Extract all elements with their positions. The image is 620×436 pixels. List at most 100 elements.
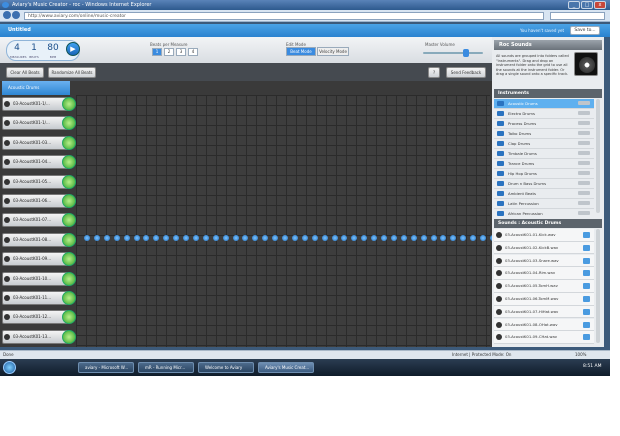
beat-dot[interactable] bbox=[192, 234, 199, 241]
beat-dot[interactable] bbox=[262, 234, 269, 241]
beat-dot[interactable] bbox=[301, 234, 308, 241]
sound-item[interactable]: 03-AcoustK01-05-TomH.wav bbox=[494, 280, 594, 293]
sound-item[interactable]: 03-AcoustK01-09-CHat.wav bbox=[494, 331, 594, 344]
add-icon[interactable] bbox=[583, 308, 590, 315]
play-icon[interactable] bbox=[496, 321, 502, 328]
instrument-item[interactable]: Electro Drums bbox=[494, 109, 594, 119]
sound-item[interactable]: 03-AcoustK01-01-Kick.wav bbox=[494, 229, 594, 242]
beat-dot[interactable] bbox=[84, 234, 90, 241]
track-volume-knob[interactable] bbox=[62, 329, 76, 344]
beat-dot[interactable] bbox=[242, 234, 249, 241]
add-icon[interactable] bbox=[583, 321, 590, 328]
clear-beats-button[interactable]: Clear All Beats bbox=[6, 67, 44, 78]
sound-item[interactable]: 03-AcoustK01-08-OHat.wav bbox=[494, 318, 594, 332]
track-volume-knob[interactable] bbox=[62, 194, 76, 208]
bpm-value[interactable]: 80 bbox=[45, 43, 61, 53]
save-button[interactable]: Save to... bbox=[570, 26, 600, 35]
track-label[interactable]: 03-AcoustK01-05... bbox=[2, 174, 68, 189]
instrument-scrollbar[interactable] bbox=[596, 99, 600, 213]
play-icon[interactable] bbox=[496, 257, 502, 264]
beat-dot[interactable] bbox=[272, 234, 279, 241]
speaker-icon[interactable] bbox=[4, 295, 10, 301]
track-row[interactable]: 03-AcoustK01-1/... bbox=[2, 114, 76, 132]
beat-dot[interactable] bbox=[103, 234, 110, 241]
beat-dot[interactable] bbox=[252, 234, 259, 241]
close-icon[interactable]: x bbox=[594, 1, 606, 9]
beat-mode-button[interactable]: Beat Mode bbox=[286, 47, 316, 56]
track-row[interactable]: 03-AcoustK01-07... bbox=[2, 211, 76, 229]
track-group-header[interactable]: Acoustic Drums bbox=[2, 81, 70, 95]
beat-dot[interactable] bbox=[282, 234, 288, 241]
track-label[interactable]: 03-AcoustK01-1/... bbox=[2, 97, 68, 111]
instrument-item[interactable]: Drum n Bass Drums bbox=[494, 179, 594, 189]
track-volume-knob[interactable] bbox=[62, 116, 76, 131]
track-volume-knob[interactable] bbox=[62, 97, 76, 111]
play-icon[interactable] bbox=[496, 283, 502, 290]
play-icon[interactable] bbox=[496, 296, 502, 302]
instrument-item[interactable]: Latin Percussion bbox=[494, 199, 594, 209]
track-row[interactable]: 03-AcoustK01-09... bbox=[2, 250, 76, 268]
play-icon[interactable] bbox=[496, 244, 502, 251]
beat-dot[interactable] bbox=[361, 234, 368, 241]
instrument-item[interactable]: Clap Drums bbox=[494, 139, 594, 149]
add-icon[interactable] bbox=[583, 244, 590, 251]
add-icon[interactable] bbox=[583, 334, 590, 341]
maximize-icon[interactable]: □ bbox=[581, 1, 593, 9]
play-icon[interactable] bbox=[496, 334, 502, 341]
beat-dot[interactable] bbox=[153, 234, 160, 241]
track-label[interactable]: 03-AcoustK01-07... bbox=[2, 213, 68, 228]
beat-dot[interactable] bbox=[381, 234, 387, 241]
beat-dot[interactable] bbox=[410, 234, 417, 241]
track-volume-knob[interactable] bbox=[62, 252, 76, 267]
track-label[interactable]: 03-AcoustK01-12... bbox=[2, 310, 68, 325]
speaker-icon[interactable] bbox=[4, 139, 10, 146]
beat-dot[interactable] bbox=[311, 234, 318, 241]
track-label[interactable]: 03-AcoustK01-08... bbox=[2, 232, 68, 247]
beat-dot[interactable] bbox=[371, 234, 378, 241]
track-volume-knob[interactable] bbox=[62, 135, 76, 150]
zoom-level[interactable]: 100% bbox=[575, 351, 586, 359]
taskbar-item-2[interactable]: mR - Running Micr... bbox=[138, 362, 194, 373]
track-label[interactable]: 03-AcoustK01-1/... bbox=[2, 116, 68, 131]
speaker-icon[interactable] bbox=[4, 178, 10, 185]
play-button[interactable]: ▶ bbox=[66, 42, 80, 56]
randomize-beats-button[interactable]: Randomize All Beats bbox=[48, 67, 96, 78]
beat-dot[interactable] bbox=[173, 234, 180, 241]
beat-dot[interactable] bbox=[470, 234, 477, 241]
volume-handle[interactable] bbox=[463, 49, 469, 57]
instrument-item[interactable]: Timbale Drums bbox=[494, 149, 594, 159]
back-icon[interactable] bbox=[3, 11, 11, 19]
add-icon[interactable] bbox=[583, 296, 590, 302]
track-volume-knob[interactable] bbox=[62, 155, 76, 170]
minimize-icon[interactable]: _ bbox=[568, 1, 580, 9]
add-icon[interactable] bbox=[583, 232, 590, 238]
track-row[interactable]: 03-AcoustK01-05... bbox=[2, 173, 76, 191]
beat-dot[interactable] bbox=[143, 234, 150, 241]
speaker-icon[interactable] bbox=[4, 333, 10, 340]
instrument-item[interactable]: Taiko Drums bbox=[494, 129, 594, 139]
instrument-item[interactable]: Trance Drums bbox=[494, 159, 594, 169]
beat-cells[interactable] bbox=[76, 95, 496, 347]
speaker-icon[interactable] bbox=[4, 275, 10, 282]
track-row[interactable]: 03-AcoustK01-04... bbox=[2, 153, 76, 171]
sound-item[interactable]: 03-AcoustK01-07-HiHat.wav bbox=[494, 305, 594, 319]
beat-dot[interactable] bbox=[291, 234, 298, 241]
speaker-icon[interactable] bbox=[4, 101, 10, 107]
beat-dot[interactable] bbox=[440, 234, 447, 241]
beat-dot[interactable] bbox=[460, 234, 467, 241]
beats-option-4[interactable]: 4 bbox=[188, 48, 198, 56]
beat-dot[interactable] bbox=[430, 234, 437, 241]
track-row[interactable]: 03-AcoustK01-13... bbox=[2, 328, 76, 346]
beats-option-1[interactable]: 1 bbox=[152, 48, 162, 56]
beat-dot[interactable] bbox=[222, 234, 229, 241]
beat-dot[interactable] bbox=[123, 234, 130, 241]
beat-dot[interactable] bbox=[331, 234, 338, 241]
beat-dot[interactable] bbox=[321, 234, 328, 241]
play-icon[interactable] bbox=[496, 270, 502, 277]
instrument-item[interactable]: Process Drums bbox=[494, 119, 594, 129]
beat-dot[interactable] bbox=[420, 234, 427, 241]
track-row[interactable]: 03-AcoustK01-03... bbox=[2, 134, 76, 152]
beat-dot[interactable] bbox=[93, 234, 100, 241]
instrument-item[interactable]: Ambient Beats bbox=[494, 189, 594, 199]
beat-dot[interactable] bbox=[133, 234, 140, 241]
